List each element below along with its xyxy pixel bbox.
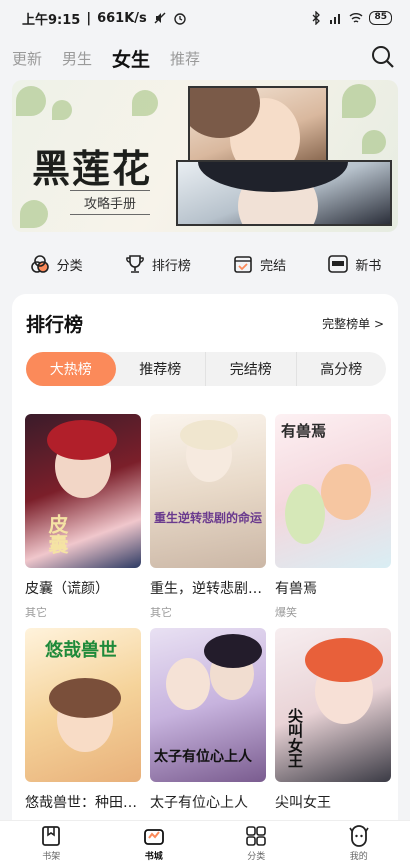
cover-title: 悠哉兽世 xyxy=(45,640,117,661)
cover-figure xyxy=(49,678,121,718)
character-hair xyxy=(198,162,348,192)
new-book-icon xyxy=(328,255,349,273)
leaf-decoration xyxy=(16,86,46,116)
book-item[interactable]: 重生逆转悲剧的命运 重生，逆转悲剧的命运 其它 xyxy=(150,414,266,620)
search-icon[interactable] xyxy=(370,44,396,70)
book-title: 太子有位心上人 xyxy=(150,795,248,811)
book-tag: 其它 xyxy=(150,606,172,619)
shortcut-label: 新书 xyxy=(355,258,382,274)
book-item[interactable]: 太子有位心上人 太子有位心上人 xyxy=(150,628,266,812)
book-item[interactable]: 尖叫女王 尖叫女王 xyxy=(275,628,391,812)
leaf-decoration xyxy=(342,84,376,118)
status-bar: 上午9:15 | 661K/s 85 xyxy=(0,0,410,36)
book-cover: 太子有位心上人 xyxy=(150,628,266,782)
banner-title: 黑莲花 xyxy=(32,146,153,191)
battery-indicator: 85 xyxy=(369,11,392,25)
book-item[interactable]: 有兽焉 有兽焉 爆笑 xyxy=(275,414,391,620)
shortcut-label: 完结 xyxy=(260,258,287,274)
book-item[interactable]: 悠哉兽世 悠哉兽世：种田生崽 xyxy=(25,628,141,812)
bookshelf-icon xyxy=(42,826,61,846)
book-title: 有兽焉 xyxy=(275,581,317,597)
book-tag: 爆笑 xyxy=(275,606,297,619)
cover-title: 太子有位心上人 xyxy=(154,749,252,765)
ranking-tabs: 大热榜 推荐榜 完结榜 高分榜 xyxy=(26,352,386,386)
banner-art-panel-top xyxy=(188,86,328,162)
bluetooth-icon xyxy=(313,11,321,25)
cover-title: 尖叫女王 xyxy=(286,708,304,768)
mute-icon xyxy=(154,12,166,24)
book-cover: 皮囊 xyxy=(25,414,141,568)
bottom-nav: 书架 书城 分类 我的 xyxy=(0,820,410,865)
full-ranking-link[interactable]: 完整榜单 > xyxy=(322,315,384,332)
status-divider: | xyxy=(86,10,92,26)
nav-category[interactable]: 分类 xyxy=(226,825,286,862)
book-cover: 重生逆转悲剧的命运 xyxy=(150,414,266,568)
tab-male[interactable]: 男生 xyxy=(62,48,92,69)
status-time: 上午9:15 xyxy=(22,12,81,28)
shortcut-ranking[interactable]: 排行榜 xyxy=(124,253,191,275)
leaf-decoration xyxy=(362,130,386,154)
nav-label: 我的 xyxy=(349,852,368,862)
shortcut-category[interactable]: 分类 xyxy=(29,253,83,275)
trophy-icon xyxy=(125,255,144,273)
book-cover: 有兽焉 xyxy=(275,414,391,568)
signal-icon xyxy=(330,14,341,24)
book-item[interactable]: 皮囊 皮囊（谎颜） 其它 xyxy=(25,414,141,620)
alarm-icon xyxy=(174,13,186,25)
shortcut-label: 分类 xyxy=(56,258,83,274)
book-title: 重生，逆转悲剧的命运 xyxy=(150,581,266,597)
cover-title: 皮囊 xyxy=(45,514,69,554)
cover-figure xyxy=(204,634,262,668)
nav-label: 书城 xyxy=(144,852,163,862)
profile-icon xyxy=(349,825,369,847)
book-title: 尖叫女王 xyxy=(275,795,331,811)
book-cover: 悠哉兽世 xyxy=(25,628,141,782)
nav-bookstore[interactable]: 书城 xyxy=(124,825,184,862)
shortcut-label: 排行榜 xyxy=(151,258,191,274)
finished-icon xyxy=(234,256,252,273)
nav-label: 分类 xyxy=(247,852,266,862)
bookstore-icon xyxy=(143,829,164,845)
top-tab-bar: 更新 男生 女生 推荐 xyxy=(0,36,410,80)
nav-bookshelf[interactable]: 书架 xyxy=(21,825,81,862)
nav-profile[interactable]: 我的 xyxy=(329,825,389,862)
leaf-decoration xyxy=(20,200,48,228)
tab-female[interactable]: 女生 xyxy=(112,45,150,72)
book-cover: 尖叫女王 xyxy=(275,628,391,782)
tab-top-rated[interactable]: 高分榜 xyxy=(297,352,387,386)
book-title: 悠哉兽世：种田生崽 xyxy=(25,795,141,811)
cover-figure xyxy=(285,484,325,544)
leaf-decoration xyxy=(52,100,72,120)
book-title: 皮囊（谎颜） xyxy=(25,581,109,597)
shortcut-finished[interactable]: 完结 xyxy=(232,253,286,275)
promo-banner[interactable]: 黑莲花 攻略手册 xyxy=(12,80,398,232)
ranking-card: 排行榜 完整榜单 > 大热榜 推荐榜 完结榜 高分榜 皮囊 皮囊（谎颜） 其它 … xyxy=(12,294,398,824)
cover-figure xyxy=(47,420,117,460)
banner-art-panel-bottom xyxy=(176,160,392,226)
grid-icon xyxy=(246,826,267,846)
ranking-title: 排行榜 xyxy=(26,314,84,336)
cover-title: 重生逆转悲剧的命运 xyxy=(154,511,263,525)
tab-completed[interactable]: 完结榜 xyxy=(206,352,297,386)
category-shortcuts: 分类 排行榜 完结 新书 xyxy=(0,242,410,286)
leaf-decoration xyxy=(132,90,158,116)
book-tag: 其它 xyxy=(25,606,47,619)
cover-figure xyxy=(321,464,371,520)
banner-subtitle: 攻略手册 xyxy=(70,190,151,215)
network-speed: 661K/s xyxy=(97,10,147,26)
tab-recommend[interactable]: 推荐 xyxy=(170,48,200,69)
tab-hot[interactable]: 大热榜 xyxy=(26,352,116,386)
wifi-icon xyxy=(350,13,363,23)
tab-recommended[interactable]: 推荐榜 xyxy=(116,352,206,386)
nav-label: 书架 xyxy=(42,852,61,862)
cover-figure xyxy=(305,638,383,682)
tab-updates[interactable]: 更新 xyxy=(12,48,42,69)
cover-title: 有兽焉 xyxy=(281,422,327,440)
cover-figure xyxy=(166,658,210,710)
shortcut-new-books[interactable]: 新书 xyxy=(327,253,381,275)
category-icon xyxy=(30,255,49,273)
cover-figure xyxy=(180,420,238,450)
